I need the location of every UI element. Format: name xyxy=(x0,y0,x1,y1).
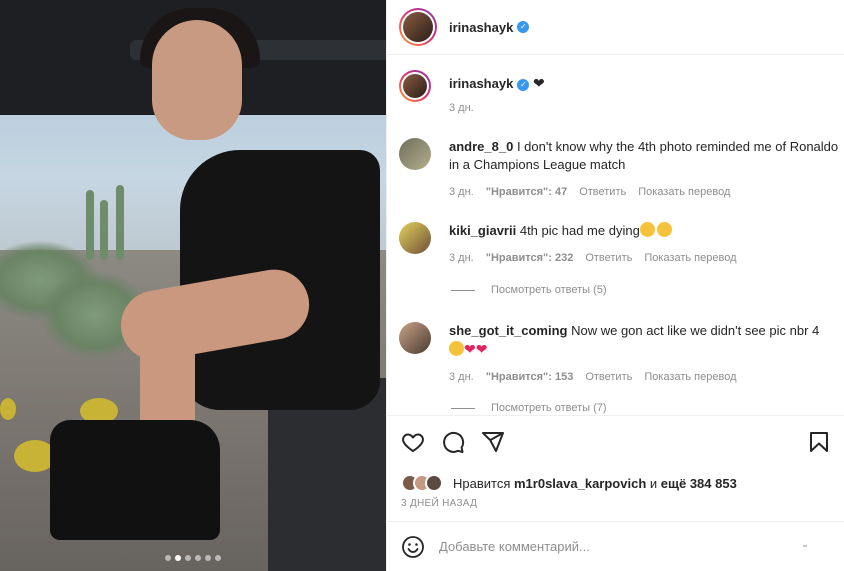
comments-list[interactable]: irinashayk ✓ ❤ 3 дн. andre_8_0 I don't kn… xyxy=(387,56,844,415)
translate-button[interactable]: Показать перевод xyxy=(638,183,730,201)
post-header: irinashayk ✓ xyxy=(387,0,844,55)
carousel-dot[interactable] xyxy=(185,555,191,561)
comment-time: 3 дн. xyxy=(449,186,474,198)
share-icon[interactable] xyxy=(481,430,505,454)
comment-text: Now we gon act like we didn't see pic nb… xyxy=(571,323,820,338)
like-heart-icon[interactable] xyxy=(401,430,425,454)
view-replies-label: Посмотреть ответы (7) xyxy=(491,402,607,414)
post-button[interactable] xyxy=(803,545,807,547)
post-time[interactable]: 3 ДНЕЙ НАЗАД xyxy=(401,498,477,509)
comment-time: 3 дн. xyxy=(449,371,474,383)
photo-cactus xyxy=(116,185,124,260)
reply-button[interactable]: Ответить xyxy=(585,368,632,386)
comment-text: 4th pic had me dying xyxy=(519,223,640,238)
comment-likes[interactable]: "Нравится": 47 xyxy=(486,183,567,201)
avatar[interactable] xyxy=(399,138,431,170)
comment-username[interactable]: kiki_giavrii xyxy=(449,223,516,238)
avatar[interactable] xyxy=(399,322,431,354)
photo-cactus xyxy=(86,190,94,260)
view-replies-button[interactable]: Посмотреть ответы (5) xyxy=(451,284,607,296)
comment-icon[interactable] xyxy=(441,430,465,454)
post-photo[interactable] xyxy=(0,0,386,571)
view-replies-button[interactable]: Посмотреть ответы (7) xyxy=(451,402,607,414)
carousel-dot[interactable] xyxy=(165,555,171,561)
post-actions: Нравится m1r0slava_karpovich и ещё 384 8… xyxy=(387,415,844,521)
avatar[interactable] xyxy=(403,12,433,42)
post-modal: irinashayk ✓ irinashayk ✓ ❤ 3 дн. andre_8… xyxy=(0,0,844,571)
likes-text: Нравится m1r0slava_karpovich и ещё 384 8… xyxy=(453,476,737,491)
bookmark-icon[interactable] xyxy=(807,430,831,454)
avatar[interactable] xyxy=(399,222,431,254)
laughing-emoji-icon xyxy=(656,222,672,237)
photo-face xyxy=(152,20,242,140)
comment-time: 3 дн. xyxy=(449,252,474,264)
photo-boot xyxy=(50,420,220,540)
likes-count[interactable]: ещё 384 853 xyxy=(661,476,737,491)
add-comment-bar xyxy=(387,521,844,571)
author-avatar-ring[interactable] xyxy=(399,8,437,46)
comment-username[interactable]: andre_8_0 xyxy=(449,139,513,154)
comment-username[interactable]: she_got_it_coming xyxy=(449,323,567,338)
emoji-picker-icon[interactable] xyxy=(401,535,425,559)
red-heart-icon: ❤ xyxy=(475,341,488,357)
comment-likes[interactable]: "Нравится": 153 xyxy=(486,368,574,386)
replies-divider xyxy=(451,407,475,409)
likes-middle: и xyxy=(649,475,658,491)
comment-likes[interactable]: "Нравится": 232 xyxy=(486,249,574,267)
view-replies-label: Посмотреть ответы (5) xyxy=(491,284,607,296)
avatar xyxy=(425,474,443,492)
likes-prefix: Нравится xyxy=(453,475,511,491)
verified-icon: ✓ xyxy=(517,21,530,33)
photo-bush xyxy=(0,398,16,420)
likes-summary[interactable]: Нравится m1r0slava_karpovich и ещё 384 8… xyxy=(401,474,737,492)
black-heart-icon: ❤ xyxy=(532,75,545,91)
caption-avatar-ring[interactable] xyxy=(399,70,431,102)
carousel-indicator xyxy=(0,555,386,561)
carousel-dot[interactable] xyxy=(175,555,181,561)
translate-button[interactable]: Показать перевод xyxy=(644,368,736,386)
photo-cactus xyxy=(100,200,108,260)
carousel-dot[interactable] xyxy=(195,555,201,561)
author-username[interactable]: irinashayk xyxy=(449,20,513,35)
carousel-dot[interactable] xyxy=(215,555,221,561)
caption-username[interactable]: irinashayk xyxy=(449,76,513,91)
translate-button[interactable]: Показать перевод xyxy=(644,249,736,267)
likes-user[interactable]: m1r0slava_karpovich xyxy=(514,476,646,491)
avatar[interactable] xyxy=(403,74,427,98)
post-sidebar: irinashayk ✓ irinashayk ✓ ❤ 3 дн. andre_8… xyxy=(386,0,844,571)
red-heart-icon: ❤ xyxy=(464,341,476,357)
carousel-dot[interactable] xyxy=(205,555,211,561)
verified-icon: ✓ xyxy=(517,79,530,91)
laughing-emoji-icon xyxy=(449,341,464,356)
reply-button[interactable]: Ответить xyxy=(579,183,626,201)
replies-divider xyxy=(451,289,475,291)
laughing-emoji-icon xyxy=(639,222,655,237)
caption-time: 3 дн. xyxy=(449,102,474,114)
comment-input[interactable] xyxy=(439,539,789,554)
reply-button[interactable]: Ответить xyxy=(585,249,632,267)
